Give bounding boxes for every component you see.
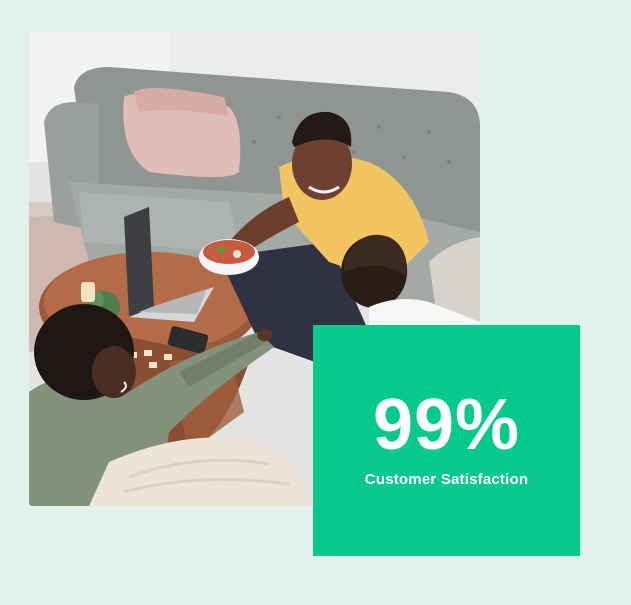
satisfaction-label: Customer Satisfaction	[364, 471, 529, 488]
satisfaction-percentage: 99%	[372, 385, 521, 465]
customer-satisfaction-stat-card: 99% Customer Satisfaction	[313, 325, 580, 556]
